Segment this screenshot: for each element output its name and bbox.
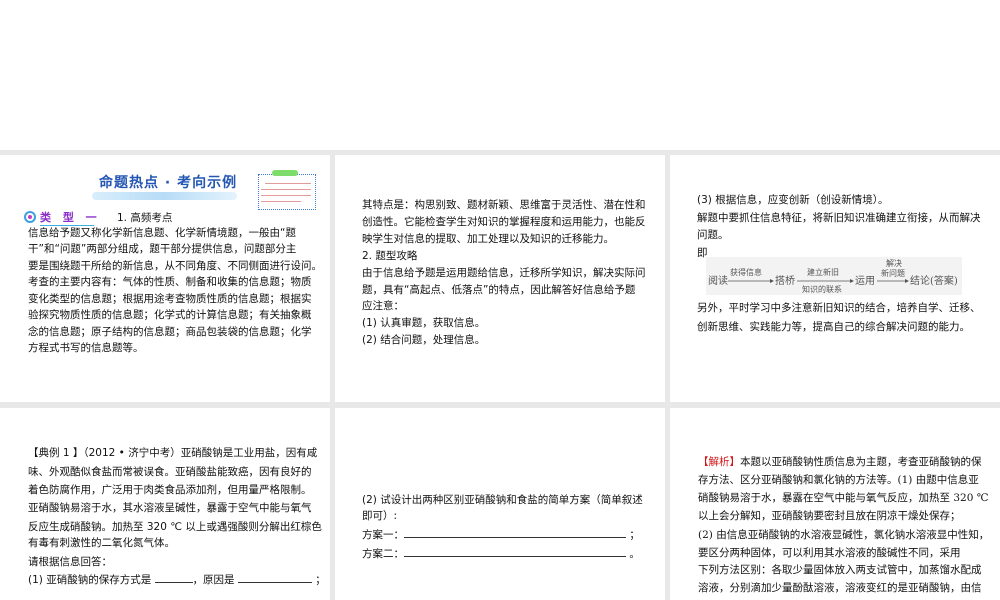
analysis-tag: 【解析】 bbox=[698, 456, 740, 468]
text-line: 要是围绕题干所给的新信息，从不同角度、不同侧面进行设问。 bbox=[28, 260, 322, 272]
text-line: 下列方法区别：各取少量固体放入两支试管中，加蒸馏水配成 bbox=[698, 564, 982, 576]
slide-1-thumbnail[interactable]: 命题热点 · 考向示例 类 型 一 1. 高频考点 信息给予题又称化学新信息题、… bbox=[0, 155, 330, 402]
text-line: 干”和“问题”两部分组成，题干部分提供信息，问题部分主 bbox=[28, 243, 297, 255]
text-line: 变化类型的信息题；根据用途考查物质性质的信息题；根据实 bbox=[28, 293, 312, 305]
text-line: 方程式书写的信息题等。 bbox=[28, 342, 144, 354]
text-line: 其特点是：构思别致、题材新颖、思维富于灵活性、潜在性和 bbox=[362, 199, 646, 211]
text-line: 创造性。它能检查学生对知识的掌握程度和运用能力，也能反 bbox=[362, 216, 646, 228]
text-line: 另外，平时学习中多注意新旧知识的结合，培养自学、迁移、 bbox=[697, 302, 981, 314]
title-cloud-decoration bbox=[92, 192, 237, 200]
text-line: 由于信息给予题是运用题给信息，迁移所学知识，解决实际问 bbox=[362, 267, 646, 279]
text-line: (2) 由信息亚硝酸钠的水溶液显碱性，氯化钠水溶液显中性知， bbox=[698, 529, 990, 541]
text-line: 本题以亚硝酸钠性质信息为主题，考查亚硝酸钠的保 bbox=[740, 456, 982, 468]
text-line: 念的信息题；原子结构的信息题；商品包装袋的信息题；化学 bbox=[28, 326, 312, 338]
punctuation: ； bbox=[629, 529, 640, 541]
type-bullet-icon bbox=[24, 211, 36, 223]
text-line: 创新思维、实践能力等，提高自己的综合解决问题的能力。 bbox=[697, 321, 970, 333]
plan-1: 方案一： ； bbox=[362, 528, 640, 542]
punctuation: ； bbox=[315, 574, 326, 586]
text-line: 以上会分解知，亚硝酸钠要密封且放在阴凉干燥处保存； bbox=[698, 510, 961, 522]
flow-arrow-label: 解决 bbox=[886, 258, 902, 268]
flow-node-conclusion: 结论(答案) bbox=[910, 274, 958, 287]
analysis-first-line: 【解析】本题以亚硝酸钠性质信息为主题，考查亚硝酸钠的保 bbox=[698, 455, 982, 469]
text-line: 题，具有“高起点、低落点”的特点，因此解答好信息给予题 bbox=[362, 284, 636, 296]
answer-blank bbox=[237, 573, 312, 583]
plan-1-label: 方案一： bbox=[362, 529, 404, 541]
question-1-text: (1) 亚硝酸钠的保存方式是 bbox=[28, 574, 152, 586]
slide-3-thumbnail[interactable]: (3) 根据信息，应变创新（创设新情境）。 解题中要抓住信息特征，将新旧知识准确… bbox=[670, 155, 1000, 402]
text-line: 要区分两种固体，可以利用其水溶液的酸碱性不同，采用 bbox=[698, 547, 961, 559]
text-line: (1) 认真审题，获取信息。 bbox=[362, 317, 486, 329]
slide-sorter: 命题热点 · 考向示例 类 型 一 1. 高频考点 信息给予题又称化学新信息题、… bbox=[0, 150, 1000, 600]
flow-arrow-label: 新问题 bbox=[881, 268, 905, 278]
answer-blank bbox=[404, 528, 626, 538]
text-line: 硝酸钠易溶于水，暴露在空气中能与氧气反应，加热至 320 ℃ bbox=[698, 492, 989, 504]
flow-node-apply: 运用 bbox=[855, 275, 875, 287]
answer-blank bbox=[404, 547, 626, 557]
flow-node-bridge: 搭桥 bbox=[775, 274, 795, 287]
text-line: 映学生对信息的提取、加工处理以及知识的迁移能力。 bbox=[362, 233, 614, 245]
text-line: (3) 根据信息，应变创新（创设新情境）。 bbox=[697, 194, 889, 206]
question-1-reason: ，原因是 bbox=[192, 574, 235, 586]
text-line: 味、外观酷似食盐而常被误食。亚硝酸盐能致癌，因有良好的 bbox=[28, 466, 312, 478]
slide-title: 命题热点 · 考向示例 bbox=[99, 175, 238, 191]
tip-note-box bbox=[258, 174, 316, 210]
flow-arrow-label: 知识的联系 bbox=[802, 284, 842, 294]
text-line: 存方法、区分亚硝酸钠和氯化钠的方法等。(1) 由题中信息亚 bbox=[698, 474, 979, 486]
text-line: 问题。 bbox=[697, 229, 729, 241]
type-label: 类 型 一 bbox=[40, 211, 101, 224]
plan-2-label: 方案二： bbox=[362, 548, 404, 560]
flow-arrow-label: 建立新旧 bbox=[807, 267, 839, 277]
text-line: 着色防腐作用，广泛用于肉类食品添加剂，但用量严格限制。 bbox=[28, 484, 312, 496]
plan-2: 方案二： 。 bbox=[362, 547, 640, 561]
slide-5-thumbnail[interactable]: (2) 试设计出两种区别亚硝酸钠和食盐的简单方案（简单叙述 即可）: 方案一： … bbox=[335, 408, 665, 600]
flow-arrow-label: 获得信息 bbox=[730, 267, 762, 277]
text-line: 【典例 1 】（2012 • 济宁中考）亚硝酸钠是工业用盐，因有咸 bbox=[28, 447, 318, 459]
slide-6-thumbnail[interactable]: 【解析】本题以亚硝酸钠性质信息为主题，考查亚硝酸钠的保 存方法、区分亚硝酸钠和氯… bbox=[670, 408, 1000, 600]
slide-4-thumbnail[interactable]: 【典例 1 】（2012 • 济宁中考）亚硝酸钠是工业用盐，因有咸 味、外观酷似… bbox=[0, 408, 330, 600]
text-line: (2) 结合问题，处理信息。 bbox=[362, 334, 486, 346]
text-line: 亚硝酸钠易溶于水，其水溶液呈碱性，暴露于空气中能与氧气 bbox=[28, 502, 312, 514]
flow-node-read: 阅读 bbox=[708, 274, 728, 287]
tip-tag bbox=[272, 170, 298, 176]
text-line: 信息给予题又称化学新信息题、化学新情境题，一般由“题 bbox=[28, 227, 296, 239]
text-line: 溶液，分别滴加少量酚酞溶液，溶液变红的是亚硝酸钠，由信 bbox=[698, 582, 982, 594]
text-line: 考查的主要内容有：气体的性质、制备和收集的信息题；物质 bbox=[28, 276, 312, 288]
punctuation: 。 bbox=[629, 548, 640, 560]
text-line: 有毒有刺激性的二氧化氮气体。 bbox=[28, 537, 175, 549]
question-1: (1) 亚硝酸钠的保存方式是 ，原因是 ； bbox=[28, 573, 326, 587]
section-heading: 2. 题型攻略 bbox=[362, 250, 418, 262]
text-line: 解题中要抓住信息特征，将新旧知识准确建立衔接，从而解决 bbox=[697, 212, 981, 224]
text-line: 请根据信息回答： bbox=[28, 556, 112, 568]
text-line: (2) 试设计出两种区别亚硝酸钠和食盐的简单方案（简单叙述 bbox=[362, 494, 643, 506]
text-line: 即可）: bbox=[362, 510, 398, 522]
text-line: 验探究物质性质的信息题；化学式的计算信息题；有关抽象概 bbox=[28, 309, 312, 321]
text-line: 应注意： bbox=[362, 300, 404, 312]
answer-blank bbox=[154, 573, 193, 583]
text-line: 反应生成硝酸钠。加热至 320 ℃ 以上或遇强酸则分解出红棕色 bbox=[28, 521, 322, 533]
problem-solving-flow-diagram: 阅读 获得信息 搭桥 建立新旧 知识的联系 运用 解决 新问题 结论(答案) bbox=[706, 257, 962, 295]
section-heading: 1. 高频考点 bbox=[117, 212, 173, 224]
slide-2-thumbnail[interactable]: 其特点是：构思别致、题材新颖、思维富于灵活性、潜在性和 创造性。它能检查学生对知… bbox=[335, 155, 665, 402]
